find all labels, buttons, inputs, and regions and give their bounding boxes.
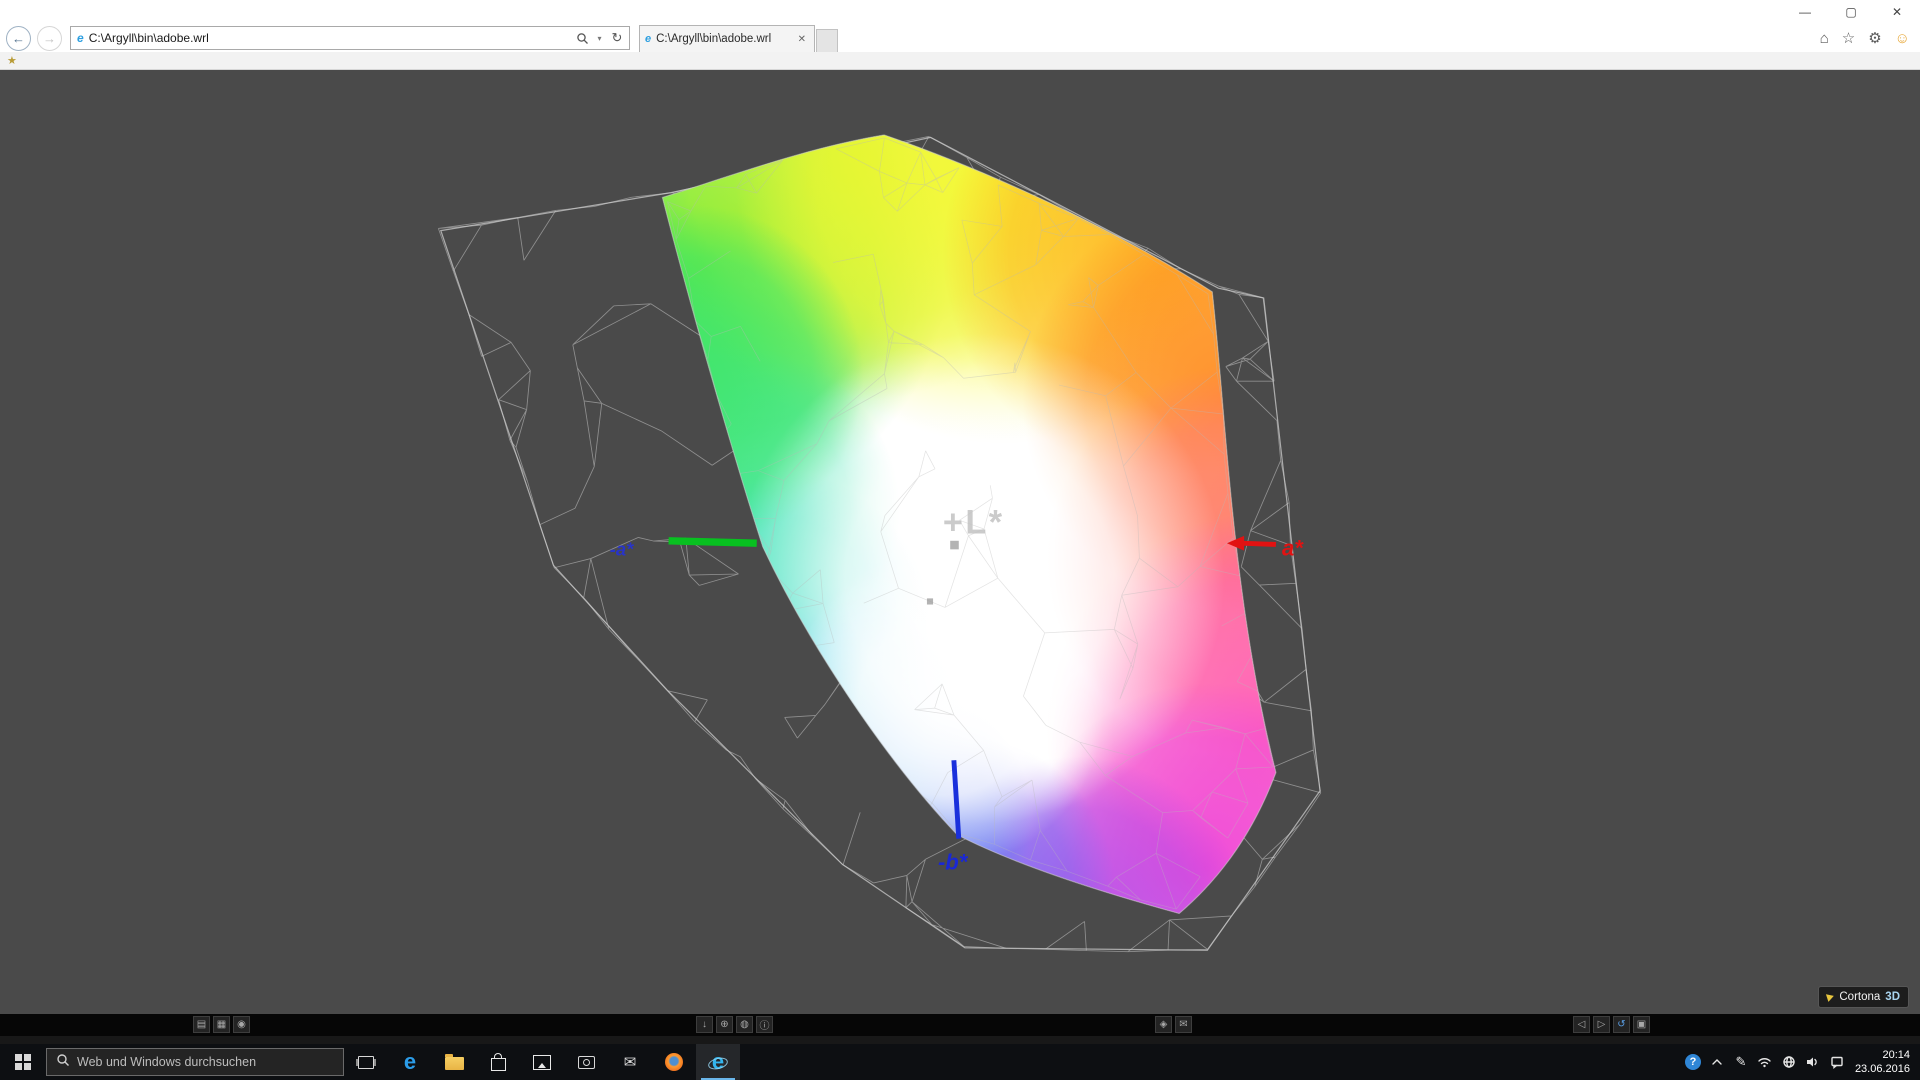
cortona-3d-viewer[interactable]: +L* -a* a* -b* Cortona 3D ▤ ▦ ◉ ↓ ⊕ ◍ ⓘ ◈ ✉ ◁ ▷ ↺ ▣ — [0, 70, 1920, 1036]
photos-app-taskbar-button[interactable] — [520, 1044, 564, 1080]
photos-icon — [533, 1054, 551, 1070]
l-axis-label: +L* — [943, 503, 1005, 541]
pan-button[interactable]: ⊕ — [716, 1016, 733, 1033]
viewpoint-button[interactable]: ◈ — [1155, 1016, 1172, 1033]
maximize-button[interactable]: ▢ — [1828, 0, 1874, 24]
task-view-button[interactable] — [344, 1044, 388, 1080]
next-viewpoint-button[interactable]: ▷ — [1593, 1016, 1610, 1033]
viewer-toolbar-group-right: ◁ ▷ ↺ ▣ — [1573, 1016, 1650, 1033]
desktop[interactable] — [0, 1036, 1920, 1044]
browser-tab[interactable]: e C:\Argyll\bin\adobe.wrl ✕ — [639, 25, 815, 52]
settings-gear-button[interactable]: ⚙ — [1868, 29, 1881, 47]
mail-icon: ✉ — [623, 1054, 637, 1071]
fit-scene-button[interactable]: ▣ — [1633, 1016, 1650, 1033]
tab-favicon-icon: e — [645, 33, 652, 45]
viewer-toolbar-group-center: ↓ ⊕ ◍ ⓘ — [696, 1016, 773, 1033]
camera-app-taskbar-button[interactable] — [564, 1044, 608, 1080]
new-tab-button[interactable] — [816, 29, 838, 52]
cortona3d-badge: Cortona 3D — [1818, 986, 1909, 1008]
neg-b-axis-label: -b* — [938, 849, 969, 874]
mail-app-taskbar-button[interactable]: ✉ — [608, 1044, 652, 1080]
volume-icon[interactable] — [1803, 1044, 1823, 1080]
store-bag-icon — [490, 1052, 506, 1071]
tab-title: C:\Argyll\bin\adobe.wrl — [656, 33, 772, 45]
favorites-button[interactable]: ☆ — [1842, 29, 1855, 47]
chevron-down-icon[interactable]: ▾ — [593, 27, 606, 49]
screen: — ▢ ✕ ← → e C:\Argyll\bin\adobe.wrl ▾ ↻ … — [0, 0, 1920, 1080]
neutral-axis-mark — [950, 540, 959, 550]
address-bar[interactable]: e C:\Argyll\bin\adobe.wrl ▾ ↻ — [70, 26, 630, 50]
visibility-button[interactable]: ◉ — [233, 1016, 250, 1033]
neg-a-axis-label: -a* — [610, 538, 634, 559]
console-button[interactable]: ▤ — [193, 1016, 210, 1033]
firefox-taskbar-button[interactable] — [652, 1044, 696, 1080]
neg-a-axis-bar — [668, 537, 757, 547]
contact-button[interactable]: ✉ — [1175, 1016, 1192, 1033]
prev-viewpoint-button[interactable]: ◁ — [1573, 1016, 1590, 1033]
folder-icon — [444, 1054, 464, 1070]
search-placeholder: Web und Windows durchsuchen — [77, 1055, 257, 1069]
pos-a-axis-bar — [1241, 540, 1277, 547]
goto-button[interactable]: ↓ — [696, 1016, 713, 1033]
minimize-button[interactable]: — — [1782, 0, 1828, 24]
favorites-bar: ★ — [0, 52, 1920, 70]
taskbar-search[interactable]: Web und Windows durchsuchen — [46, 1048, 344, 1076]
chevron-up-icon[interactable] — [1707, 1044, 1727, 1080]
pen-icon[interactable]: ✎ — [1731, 1044, 1751, 1080]
window-titlebar: — ▢ ✕ — [0, 0, 1920, 24]
network-icon[interactable] — [1755, 1044, 1775, 1080]
clock-date: 23.06.2016 — [1854, 1063, 1910, 1075]
forward-button[interactable]: → — [37, 25, 62, 51]
feedback-smiley-icon[interactable]: ☺ — [1895, 30, 1910, 47]
internet-explorer-icon: e — [711, 1049, 725, 1074]
clock-time: 20:14 — [1882, 1048, 1910, 1061]
gamut-3d-view[interactable]: +L* -a* a* -b* — [0, 70, 1920, 1014]
microsoft-edge-taskbar-button[interactable]: e — [388, 1044, 432, 1080]
windows-store-taskbar-button[interactable] — [476, 1044, 520, 1080]
task-view-icon — [358, 1055, 374, 1069]
address-url[interactable]: C:\Argyll\bin\adobe.wrl — [89, 31, 571, 45]
tree-view-button[interactable]: ▦ — [213, 1016, 230, 1033]
globe-icon[interactable] — [1779, 1044, 1799, 1080]
windows-logo-icon — [15, 1054, 31, 1070]
action-center-icon[interactable] — [1827, 1044, 1847, 1080]
badge-brand: Cortona — [1839, 991, 1881, 1003]
search-icon[interactable] — [571, 27, 593, 49]
navbar-right-icons: ⌂ ☆ ⚙ ☺ — [1820, 29, 1920, 48]
camera-icon — [577, 1055, 595, 1069]
internet-explorer-taskbar-button[interactable]: e — [696, 1044, 740, 1080]
viewer-toolbar-group-left: ▤ ▦ ◉ — [193, 1016, 250, 1033]
search-icon — [56, 1053, 70, 1072]
viewer-toolbar: ▤ ▦ ◉ ↓ ⊕ ◍ ⓘ ◈ ✉ ◁ ▷ ↺ ▣ — [0, 1014, 1920, 1036]
system-tray: ? ✎ — [1683, 1044, 1851, 1080]
close-button[interactable]: ✕ — [1874, 0, 1920, 24]
browser-navbar: ← → e C:\Argyll\bin\adobe.wrl ▾ ↻ e C:\A… — [0, 24, 1920, 52]
badge-suffix: 3D — [1885, 991, 1900, 1003]
examine-button[interactable]: ◍ — [736, 1016, 753, 1033]
help-icon[interactable]: ? — [1683, 1044, 1703, 1080]
taskbar: Web und Windows durchsuchen e ✉ e ? ✎ 20:14… — [0, 1044, 1920, 1080]
cortona-logo-icon — [1826, 992, 1836, 1002]
refresh-button[interactable]: ↻ — [606, 27, 628, 49]
start-button[interactable] — [0, 1044, 46, 1080]
info-button[interactable]: ⓘ — [756, 1016, 773, 1033]
home-button[interactable]: ⌂ — [1820, 30, 1829, 47]
page-favicon-icon: e — [77, 31, 84, 45]
taskbar-clock[interactable]: 20:14 23.06.2016 — [1851, 1048, 1920, 1077]
file-explorer-taskbar-button[interactable] — [432, 1044, 476, 1080]
back-button[interactable]: ← — [6, 25, 31, 51]
pos-a-axis-label: a* — [1282, 535, 1304, 560]
edge-icon: e — [403, 1049, 417, 1074]
restore-view-button[interactable]: ↺ — [1613, 1016, 1630, 1033]
firefox-icon — [665, 1053, 683, 1071]
neutral-axis-mark — [926, 598, 934, 605]
favorites-star-icon[interactable]: ★ — [7, 54, 17, 67]
tab-close-button[interactable]: ✕ — [795, 32, 809, 47]
taskbar-apps: e ✉ e — [388, 1044, 740, 1080]
viewer-toolbar-group-mid-right: ◈ ✉ — [1155, 1016, 1192, 1033]
